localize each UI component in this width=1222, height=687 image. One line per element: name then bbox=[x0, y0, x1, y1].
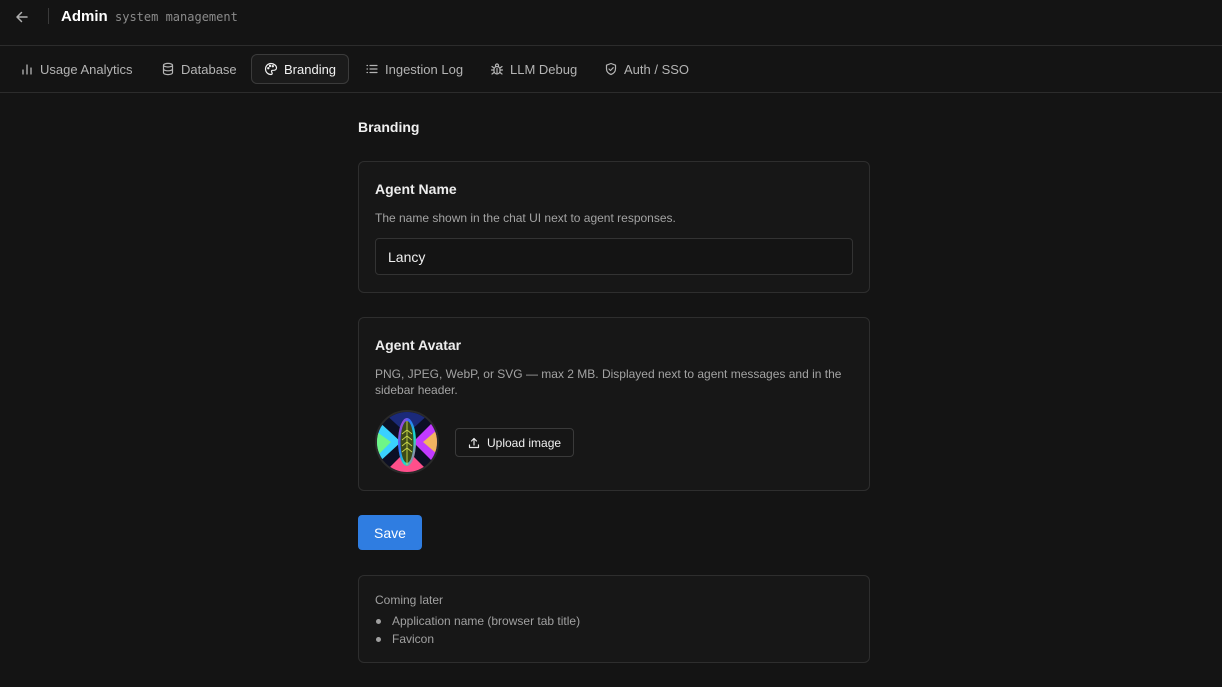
list-item: Application name (browser tab title) bbox=[375, 612, 580, 630]
tab-auth-sso[interactable]: Auth / SSO bbox=[592, 54, 701, 84]
bar-chart-icon bbox=[22, 64, 32, 75]
app-title: Admin bbox=[61, 8, 108, 25]
tab-ingestion-log[interactable]: Ingestion Log bbox=[353, 54, 475, 84]
list-icon bbox=[366, 64, 378, 74]
tab-database[interactable]: Database bbox=[149, 54, 249, 84]
agent-name-description: The name shown in the chat UI next to ag… bbox=[375, 211, 676, 225]
tab-label: Branding bbox=[284, 61, 337, 77]
coming-later-card: Coming later Application name (browser t… bbox=[358, 575, 870, 663]
tab-label: Auth / SSO bbox=[624, 61, 690, 77]
header-divider bbox=[48, 8, 49, 24]
app-subtitle: system management bbox=[115, 10, 238, 24]
tab-label: LLM Debug bbox=[510, 61, 578, 77]
upload-image-label: Upload image bbox=[487, 435, 562, 450]
back-button[interactable] bbox=[12, 8, 32, 26]
save-button[interactable]: Save bbox=[358, 515, 422, 550]
shield-check-icon bbox=[605, 62, 617, 76]
agent-name-title: Agent Name bbox=[375, 181, 457, 197]
tab-usage-analytics[interactable]: Usage Analytics bbox=[8, 54, 145, 84]
upload-icon bbox=[468, 437, 480, 448]
avatar-image bbox=[377, 412, 437, 472]
avatar bbox=[375, 410, 439, 474]
agent-name-card: Agent Name The name shown in the chat UI… bbox=[358, 161, 870, 293]
bug-icon bbox=[490, 63, 504, 75]
page-title: Branding bbox=[358, 119, 420, 135]
arrow-left-icon bbox=[16, 11, 28, 23]
tab-branding[interactable]: Branding bbox=[251, 54, 350, 84]
list-item: Favicon bbox=[375, 630, 580, 648]
admin-tabs: Usage Analytics Database Branding Ingest… bbox=[0, 46, 1222, 93]
agent-avatar-card: Agent Avatar PNG, JPEG, WebP, or SVG — m… bbox=[358, 317, 870, 491]
palette-icon bbox=[264, 62, 278, 76]
coming-later-title: Coming later bbox=[375, 593, 444, 607]
tab-label: Database bbox=[181, 61, 237, 77]
tab-llm-debug[interactable]: LLM Debug bbox=[478, 54, 589, 84]
agent-name-input[interactable] bbox=[375, 238, 853, 275]
agent-avatar-title: Agent Avatar bbox=[375, 337, 462, 353]
top-bar: Admin system management bbox=[0, 0, 1222, 46]
tab-label: Usage Analytics bbox=[40, 61, 133, 77]
upload-image-button[interactable]: Upload image bbox=[455, 428, 575, 457]
tab-label: Ingestion Log bbox=[385, 61, 464, 77]
database-icon bbox=[162, 62, 174, 76]
agent-avatar-description: PNG, JPEG, WebP, or SVG — max 2 MB. Disp… bbox=[375, 367, 842, 397]
coming-later-list: Application name (browser tab title) Fav… bbox=[375, 612, 580, 648]
